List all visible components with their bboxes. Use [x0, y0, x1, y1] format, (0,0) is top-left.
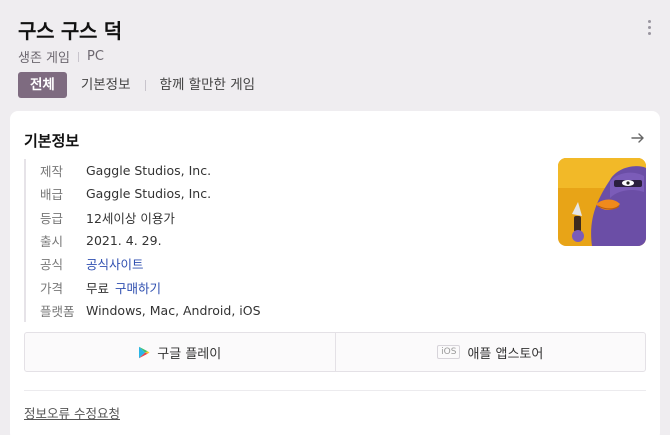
platform-text: PC — [86, 49, 104, 64]
row-value: Windows, Mac, Android, iOS — [86, 302, 261, 318]
row-key: 등급 — [40, 210, 64, 226]
subtitle: 생존 게임 PC — [18, 47, 104, 66]
row-value: Gaggle Studios, Inc. — [86, 163, 212, 179]
info-list: 제작 Gaggle Studios, Inc. 배급 Gaggle Studio… — [24, 159, 261, 323]
tab-all[interactable]: 전체 — [18, 72, 67, 98]
game-thumbnail[interactable] — [558, 158, 646, 246]
info-row-official: 공식 공식사이트 — [40, 252, 261, 275]
google-play-icon — [139, 346, 150, 358]
info-row-price: 가격 무료 구매하기 — [40, 275, 261, 298]
google-play-label: 구글 플레이 — [157, 346, 222, 362]
row-value: 2021. 4. 29. — [86, 233, 162, 249]
info-row-publisher: 배급 Gaggle Studios, Inc. — [40, 182, 261, 205]
genre-text: 생존 게임 — [18, 51, 70, 66]
app-store-button[interactable]: iOS 애플 앱스토어 — [334, 333, 646, 371]
basic-info-card: 기본정보 제작 Gaggle Studios, Inc. 배급 Gaggle S… — [10, 111, 660, 435]
game-art-image — [558, 158, 646, 246]
store-links: 구글 플레이 iOS 애플 앱스토어 — [24, 332, 646, 372]
tab-divider — [144, 79, 146, 91]
info-row-release: 출시 2021. 4. 29. — [40, 229, 261, 252]
google-play-button[interactable]: 구글 플레이 — [25, 333, 335, 371]
page-title: 구스 구스 덕 — [18, 19, 122, 43]
more-options-icon[interactable] — [645, 20, 653, 38]
subtitle-divider — [77, 51, 79, 62]
arrow-right-icon[interactable] — [630, 130, 646, 146]
tab-basic-info[interactable]: 기본정보 — [81, 72, 131, 98]
tab-similar-games[interactable]: 함께 할만한 게임 — [160, 72, 256, 98]
tab-bar: 전체 기본정보 함께 할만한 게임 — [18, 72, 255, 98]
row-key: 제작 — [40, 164, 64, 180]
row-value: 무료 — [86, 280, 110, 296]
row-key: 공식 — [40, 257, 64, 273]
info-row-platforms: 플랫폼 Windows, Mac, Android, iOS — [40, 299, 261, 322]
row-key: 플랫폼 — [40, 303, 75, 319]
purchase-link[interactable]: 구매하기 — [115, 278, 161, 297]
official-site-link[interactable]: 공식사이트 — [86, 254, 144, 273]
row-key: 출시 — [40, 234, 64, 250]
app-store-label: 애플 앱스토어 — [467, 346, 544, 362]
row-value: Gaggle Studios, Inc. — [86, 186, 212, 202]
card-divider — [24, 390, 646, 391]
card-title: 기본정보 — [24, 132, 80, 150]
row-key: 가격 — [40, 280, 64, 296]
info-row-developer: 제작 Gaggle Studios, Inc. — [40, 159, 261, 182]
info-row-rating: 등급 12세이상 이용가 — [40, 206, 261, 229]
report-error-link[interactable]: 정보오류 수정요청 — [24, 403, 120, 422]
row-key: 배급 — [40, 187, 64, 203]
row-value: 12세이상 이용가 — [86, 210, 175, 226]
ios-icon: iOS — [437, 345, 461, 359]
